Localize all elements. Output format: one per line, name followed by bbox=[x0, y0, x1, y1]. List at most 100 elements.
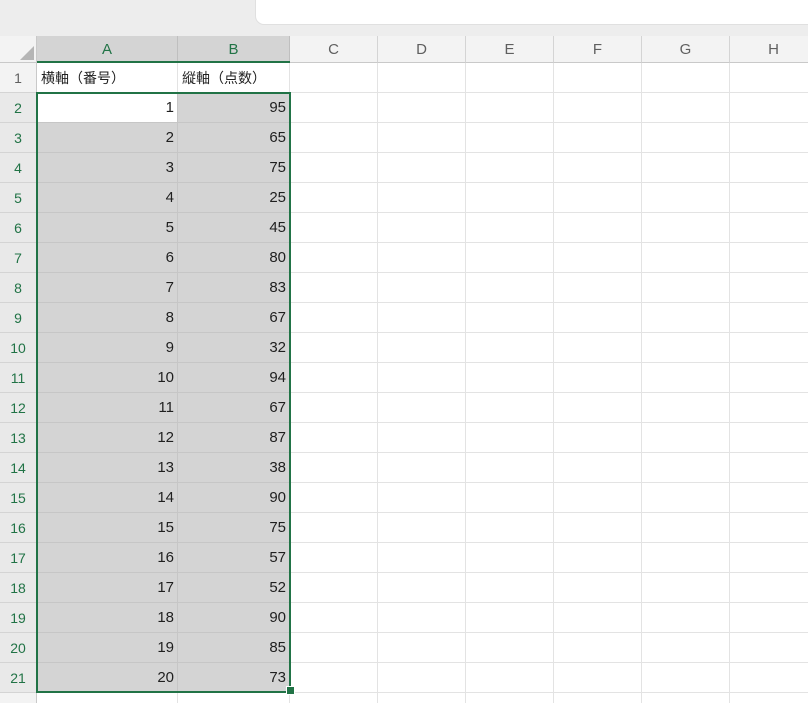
cell-E20[interactable] bbox=[466, 633, 554, 663]
cell-E7[interactable] bbox=[466, 243, 554, 273]
cell-F20[interactable] bbox=[554, 633, 642, 663]
cell-B11[interactable]: 94 bbox=[178, 363, 290, 393]
cell-A10[interactable]: 9 bbox=[37, 333, 178, 363]
cell-E18[interactable] bbox=[466, 573, 554, 603]
cell-H18[interactable] bbox=[730, 573, 808, 603]
cell-G22[interactable] bbox=[642, 693, 730, 703]
cell-F5[interactable] bbox=[554, 183, 642, 213]
cell-C18[interactable] bbox=[290, 573, 378, 603]
cell-G20[interactable] bbox=[642, 633, 730, 663]
cell-H14[interactable] bbox=[730, 453, 808, 483]
cell-A2[interactable]: 1 bbox=[37, 93, 178, 123]
cell-B10[interactable]: 32 bbox=[178, 333, 290, 363]
cell-B6[interactable]: 45 bbox=[178, 213, 290, 243]
column-header-B[interactable]: B bbox=[178, 36, 290, 63]
cell-F7[interactable] bbox=[554, 243, 642, 273]
column-header-D[interactable]: D bbox=[378, 36, 466, 63]
cell-C21[interactable] bbox=[290, 663, 378, 693]
cell-B2[interactable]: 95 bbox=[178, 93, 290, 123]
cell-A17[interactable]: 16 bbox=[37, 543, 178, 573]
cell-A19[interactable]: 18 bbox=[37, 603, 178, 633]
cell-D12[interactable] bbox=[378, 393, 466, 423]
cell-H19[interactable] bbox=[730, 603, 808, 633]
cell-E13[interactable] bbox=[466, 423, 554, 453]
cell-D21[interactable] bbox=[378, 663, 466, 693]
cell-F19[interactable] bbox=[554, 603, 642, 633]
cell-A15[interactable]: 14 bbox=[37, 483, 178, 513]
cell-E12[interactable] bbox=[466, 393, 554, 423]
cell-A11[interactable]: 10 bbox=[37, 363, 178, 393]
cell-H22[interactable] bbox=[730, 693, 808, 703]
row-header-11[interactable]: 11 bbox=[0, 363, 37, 393]
cell-C9[interactable] bbox=[290, 303, 378, 333]
cell-B19[interactable]: 90 bbox=[178, 603, 290, 633]
cell-E2[interactable] bbox=[466, 93, 554, 123]
cell-E8[interactable] bbox=[466, 273, 554, 303]
cell-G3[interactable] bbox=[642, 123, 730, 153]
cell-H1[interactable] bbox=[730, 63, 808, 93]
cell-D4[interactable] bbox=[378, 153, 466, 183]
cell-G9[interactable] bbox=[642, 303, 730, 333]
cell-F8[interactable] bbox=[554, 273, 642, 303]
cell-F16[interactable] bbox=[554, 513, 642, 543]
cell-C15[interactable] bbox=[290, 483, 378, 513]
cell-C17[interactable] bbox=[290, 543, 378, 573]
cell-G17[interactable] bbox=[642, 543, 730, 573]
cell-F6[interactable] bbox=[554, 213, 642, 243]
row-header-16[interactable]: 16 bbox=[0, 513, 37, 543]
cell-G5[interactable] bbox=[642, 183, 730, 213]
cell-D18[interactable] bbox=[378, 573, 466, 603]
row-header-15[interactable]: 15 bbox=[0, 483, 37, 513]
cell-G16[interactable] bbox=[642, 513, 730, 543]
cell-A7[interactable]: 6 bbox=[37, 243, 178, 273]
cell-A22[interactable] bbox=[37, 693, 178, 703]
cell-G12[interactable] bbox=[642, 393, 730, 423]
cell-G10[interactable] bbox=[642, 333, 730, 363]
cell-A6[interactable]: 5 bbox=[37, 213, 178, 243]
cell-H5[interactable] bbox=[730, 183, 808, 213]
row-header-12[interactable]: 12 bbox=[0, 393, 37, 423]
row-header-18[interactable]: 18 bbox=[0, 573, 37, 603]
cell-E16[interactable] bbox=[466, 513, 554, 543]
cell-G14[interactable] bbox=[642, 453, 730, 483]
cell-E5[interactable] bbox=[466, 183, 554, 213]
cell-F22[interactable] bbox=[554, 693, 642, 703]
cell-G18[interactable] bbox=[642, 573, 730, 603]
cell-H9[interactable] bbox=[730, 303, 808, 333]
cell-C16[interactable] bbox=[290, 513, 378, 543]
cell-B1[interactable]: 縦軸（点数） bbox=[178, 63, 290, 93]
cell-H4[interactable] bbox=[730, 153, 808, 183]
cell-B14[interactable]: 38 bbox=[178, 453, 290, 483]
column-header-C[interactable]: C bbox=[290, 36, 378, 63]
row-header-4[interactable]: 4 bbox=[0, 153, 37, 183]
cell-H13[interactable] bbox=[730, 423, 808, 453]
cell-E9[interactable] bbox=[466, 303, 554, 333]
cell-E19[interactable] bbox=[466, 603, 554, 633]
cell-C8[interactable] bbox=[290, 273, 378, 303]
cell-E21[interactable] bbox=[466, 663, 554, 693]
row-header-6[interactable]: 6 bbox=[0, 213, 37, 243]
cell-G19[interactable] bbox=[642, 603, 730, 633]
cell-D9[interactable] bbox=[378, 303, 466, 333]
cell-G1[interactable] bbox=[642, 63, 730, 93]
cell-G21[interactable] bbox=[642, 663, 730, 693]
column-header-G[interactable]: G bbox=[642, 36, 730, 63]
cell-A21[interactable]: 20 bbox=[37, 663, 178, 693]
cell-A14[interactable]: 13 bbox=[37, 453, 178, 483]
cell-B16[interactable]: 75 bbox=[178, 513, 290, 543]
cell-D10[interactable] bbox=[378, 333, 466, 363]
cell-C10[interactable] bbox=[290, 333, 378, 363]
cell-C13[interactable] bbox=[290, 423, 378, 453]
row-header-22[interactable]: 22 bbox=[0, 693, 37, 703]
cell-H11[interactable] bbox=[730, 363, 808, 393]
cell-G2[interactable] bbox=[642, 93, 730, 123]
cell-E1[interactable] bbox=[466, 63, 554, 93]
cell-F10[interactable] bbox=[554, 333, 642, 363]
cell-G6[interactable] bbox=[642, 213, 730, 243]
cell-D5[interactable] bbox=[378, 183, 466, 213]
column-header-F[interactable]: F bbox=[554, 36, 642, 63]
cell-D22[interactable] bbox=[378, 693, 466, 703]
cell-D17[interactable] bbox=[378, 543, 466, 573]
column-header-A[interactable]: A bbox=[37, 36, 178, 63]
cell-A13[interactable]: 12 bbox=[37, 423, 178, 453]
